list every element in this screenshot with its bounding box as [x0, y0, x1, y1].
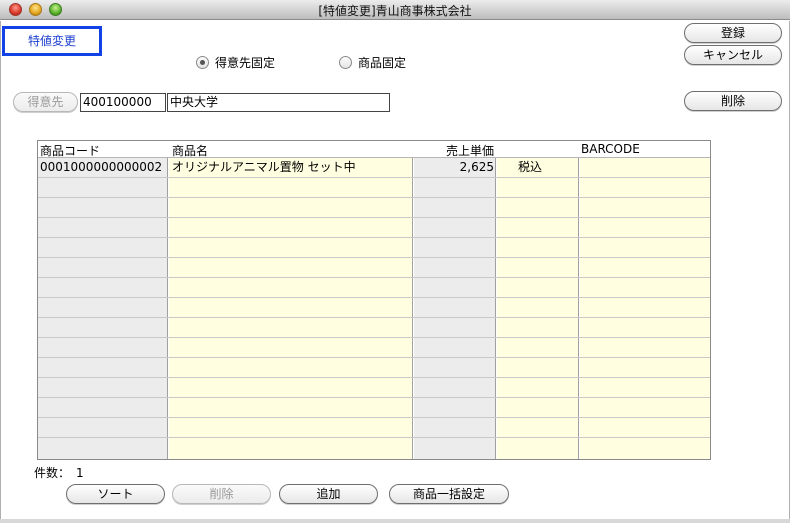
header-code[interactable]: 商品コード [40, 142, 100, 159]
cancel-button[interactable]: キャンセル [684, 45, 782, 65]
customer-button[interactable]: 得意先 [13, 92, 78, 112]
radio-customer-fixed-label: 得意先固定 [215, 55, 276, 70]
header-name[interactable]: 商品名 [172, 142, 208, 159]
add-button[interactable]: 追加 [279, 484, 378, 504]
register-button[interactable]: 登録 [684, 23, 782, 43]
customer-code-field[interactable]: 400100000 [80, 93, 166, 112]
header-barcode[interactable]: BARCODE [581, 142, 640, 156]
bulk-product-setting-button[interactable]: 商品一括設定 [389, 484, 509, 504]
mode-label: 特値変更 [2, 26, 102, 56]
radio-selected-icon[interactable] [196, 55, 209, 69]
row-1-tax[interactable]: 税込 [518, 159, 542, 178]
radio-product-fixed[interactable]: 商品固定 [339, 54, 406, 70]
title-bar: [特値変更]青山商事株式会社 [0, 0, 790, 20]
count-value: 1 [76, 466, 84, 480]
delete-top-button[interactable]: 削除 [684, 91, 782, 111]
radio-unselected-icon[interactable] [339, 55, 352, 69]
window-title: [特値変更]青山商事株式会社 [318, 4, 472, 18]
header-price[interactable]: 売上単価 [446, 142, 494, 159]
row-1-name[interactable]: オリジナルアニマル置物 セット中 [172, 159, 356, 178]
radio-product-fixed-label: 商品固定 [358, 55, 407, 70]
bottom-edge [0, 519, 790, 523]
sort-button[interactable]: ソート [66, 484, 165, 504]
record-count: 件数： 1 [34, 464, 84, 481]
row-1-code[interactable]: 0001000000000002 [40, 159, 162, 178]
customer-name-field[interactable]: 中央大学 [167, 93, 390, 112]
row-1-price[interactable]: 2,625 [418, 159, 494, 178]
count-label: 件数： [34, 466, 71, 480]
table-header: 商品コード 商品名 売上単価 BARCODE [38, 141, 710, 158]
row-lines [38, 158, 710, 459]
radio-customer-fixed[interactable]: 得意先固定 [196, 54, 275, 70]
delete-button[interactable]: 削除 [172, 484, 271, 504]
product-table[interactable]: 商品コード 商品名 売上単価 BARCODE 0001000000000002 … [37, 140, 711, 460]
